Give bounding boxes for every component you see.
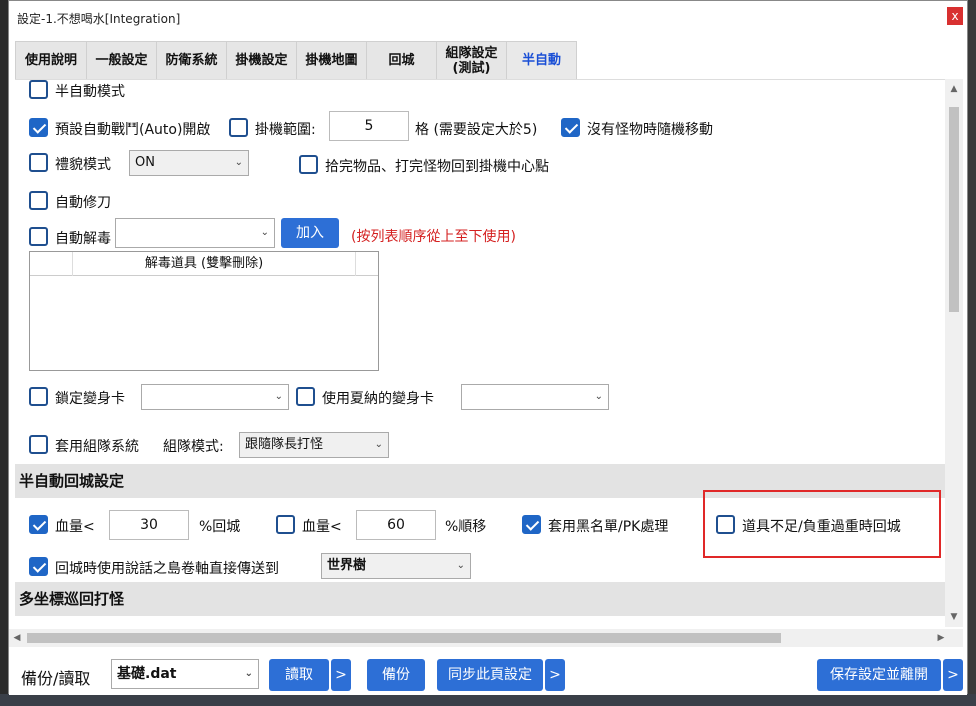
- backup-label: 備份/讀取: [21, 669, 91, 688]
- blacklist-label: 套用黑名單/PK處理: [548, 519, 669, 535]
- chevron-down-icon: ⌄: [456, 560, 465, 571]
- save-more-button[interactable]: >: [943, 659, 963, 691]
- polite-mode-checkbox[interactable]: [29, 153, 48, 172]
- settings-window: 設定-1.不想喝水[Integration] x 使用說明 一般設定 防衛系統 …: [8, 0, 968, 695]
- detox-list-header: 解毒道具 (雙擊刪除): [30, 252, 378, 276]
- patrol-header: 多坐標巡回打怪: [15, 582, 945, 616]
- lock-morph-select[interactable]: ⌄: [141, 384, 289, 410]
- tab-hang-settings[interactable]: 掛機設定: [226, 41, 297, 79]
- return-center-label: 拾完物品、打完怪物回到掛機中心點: [325, 159, 549, 175]
- hang-range-label: 掛機範圍:: [255, 122, 316, 138]
- semi-auto-panel: 半自動模式 預設自動戰鬥(Auto)開啟 掛機範圍: 5 格 (需要設定大於5)…: [15, 79, 945, 627]
- backup-file-select[interactable]: 基礎.dat ⌄: [111, 659, 259, 689]
- window-title: 設定-1.不想喝水[Integration]: [17, 12, 181, 26]
- talking-scroll-destination-select[interactable]: 世界樹 ⌄: [321, 553, 471, 579]
- chevron-down-icon: ⌄: [260, 227, 269, 238]
- default-auto-battle-label: 預設自動戰鬥(Auto)開啟: [55, 122, 211, 138]
- hp-return-input[interactable]: 30: [109, 510, 189, 540]
- taskbar-edge: [0, 694, 976, 706]
- lock-morph-checkbox[interactable]: [29, 387, 48, 406]
- summer-morph-checkbox[interactable]: [296, 387, 315, 406]
- read-more-button[interactable]: >: [331, 659, 351, 691]
- chevron-down-icon: ⌄: [374, 439, 383, 450]
- scroll-left-icon[interactable]: ◀: [9, 629, 25, 647]
- hp-teleport-suffix: %順移: [445, 519, 487, 535]
- sync-page-button[interactable]: 同步此頁設定: [437, 659, 543, 691]
- hp-return-suffix: %回城: [199, 519, 241, 535]
- party-mode-select[interactable]: 跟隨隊長打怪 ⌄: [239, 432, 389, 458]
- party-mode-value: 跟隨隊長打怪: [245, 437, 324, 452]
- scroll-right-icon[interactable]: ▶: [933, 629, 949, 647]
- tab-return[interactable]: 回城: [366, 41, 437, 79]
- desktop-background-right: [968, 0, 976, 706]
- vertical-scroll-thumb[interactable]: [949, 107, 959, 312]
- close-button[interactable]: x: [947, 7, 963, 25]
- tab-bar: 使用說明 一般設定 防衛系統 掛機設定 掛機地圖 回城 組隊設定 (測試) 半自…: [15, 41, 577, 79]
- hp-teleport-input[interactable]: 60: [356, 510, 436, 540]
- hp-return-label: 血量<: [55, 519, 95, 535]
- sync-more-button[interactable]: >: [545, 659, 565, 691]
- talking-scroll-checkbox[interactable]: [29, 557, 48, 576]
- tab-general[interactable]: 一般設定: [86, 41, 157, 79]
- chevron-down-icon: ⌄: [274, 391, 283, 402]
- party-mode-label: 組隊模式:: [163, 439, 224, 455]
- polite-mode-select[interactable]: ON ⌄: [129, 150, 249, 176]
- auto-repair-label: 自動修刀: [55, 195, 111, 211]
- read-button[interactable]: 讀取: [269, 659, 329, 691]
- return-center-checkbox[interactable]: [299, 155, 318, 174]
- vertical-scrollbar[interactable]: ▲ ▼: [945, 79, 963, 627]
- blacklist-checkbox[interactable]: [522, 515, 541, 534]
- tab-semi-auto[interactable]: 半自動: [506, 41, 577, 79]
- tab-hang-map[interactable]: 掛機地圖: [296, 41, 367, 79]
- polite-mode-value: ON: [135, 155, 155, 170]
- auto-detox-checkbox[interactable]: [29, 227, 48, 246]
- title-bar: 設定-1.不想喝水[Integration] x: [9, 1, 967, 35]
- hang-range-suffix: 格 (需要設定大於5): [415, 122, 538, 138]
- random-move-label: 沒有怪物時隨機移動: [587, 122, 713, 138]
- polite-mode-label: 禮貌模式: [55, 157, 111, 173]
- save-exit-button[interactable]: 保存設定並離開: [817, 659, 941, 691]
- tab-defense[interactable]: 防衛系統: [156, 41, 227, 79]
- detox-list-header-label: 解毒道具 (雙擊刪除): [144, 256, 264, 271]
- summer-morph-label: 使用夏納的變身卡: [322, 391, 434, 407]
- chevron-down-icon: ⌄: [244, 668, 253, 679]
- horizontal-scroll-thumb[interactable]: [27, 633, 781, 643]
- random-move-checkbox[interactable]: [561, 118, 580, 137]
- chevron-down-icon: ⌄: [594, 391, 603, 402]
- tab-usage[interactable]: 使用說明: [15, 41, 87, 79]
- party-system-checkbox[interactable]: [29, 435, 48, 454]
- detox-item-select[interactable]: ⌄: [115, 218, 275, 248]
- auto-detox-label: 自動解毒: [55, 231, 111, 247]
- backup-file-value: 基礎.dat: [117, 666, 177, 682]
- chevron-down-icon: ⌄: [234, 157, 243, 168]
- semi-auto-mode-checkbox[interactable]: [29, 80, 48, 99]
- auto-repair-checkbox[interactable]: [29, 191, 48, 210]
- hang-range-input[interactable]: 5: [329, 111, 409, 141]
- scroll-down-icon[interactable]: ▼: [945, 609, 963, 625]
- tab-party[interactable]: 組隊設定 (測試): [436, 41, 507, 79]
- hp-return-checkbox[interactable]: [29, 515, 48, 534]
- footer-bar: 備份/讀取 基礎.dat ⌄ 讀取 > 備份 同步此頁設定 > 保存設定並離開 …: [9, 649, 967, 695]
- lock-morph-label: 鎖定變身卡: [55, 391, 125, 407]
- talking-scroll-destination-value: 世界樹: [327, 558, 367, 573]
- highlight-box: [703, 490, 941, 558]
- detox-hint: (按列表順序從上至下使用): [351, 229, 516, 245]
- semi-auto-mode-label: 半自動模式: [55, 84, 125, 100]
- scroll-up-icon[interactable]: ▲: [945, 81, 963, 97]
- backup-button[interactable]: 備份: [367, 659, 425, 691]
- add-detox-button[interactable]: 加入: [281, 218, 339, 248]
- horizontal-scrollbar[interactable]: ◀ ▶: [9, 629, 963, 647]
- party-system-label: 套用組隊系統: [55, 439, 139, 455]
- hang-range-checkbox[interactable]: [229, 118, 248, 137]
- hp-teleport-label: 血量<: [302, 519, 342, 535]
- summer-morph-select[interactable]: ⌄: [461, 384, 609, 410]
- detox-list[interactable]: 解毒道具 (雙擊刪除): [29, 251, 379, 371]
- talking-scroll-label: 回城時使用說話之島卷軸直接傳送到: [55, 561, 279, 577]
- hp-teleport-checkbox[interactable]: [276, 515, 295, 534]
- default-auto-battle-checkbox[interactable]: [29, 118, 48, 137]
